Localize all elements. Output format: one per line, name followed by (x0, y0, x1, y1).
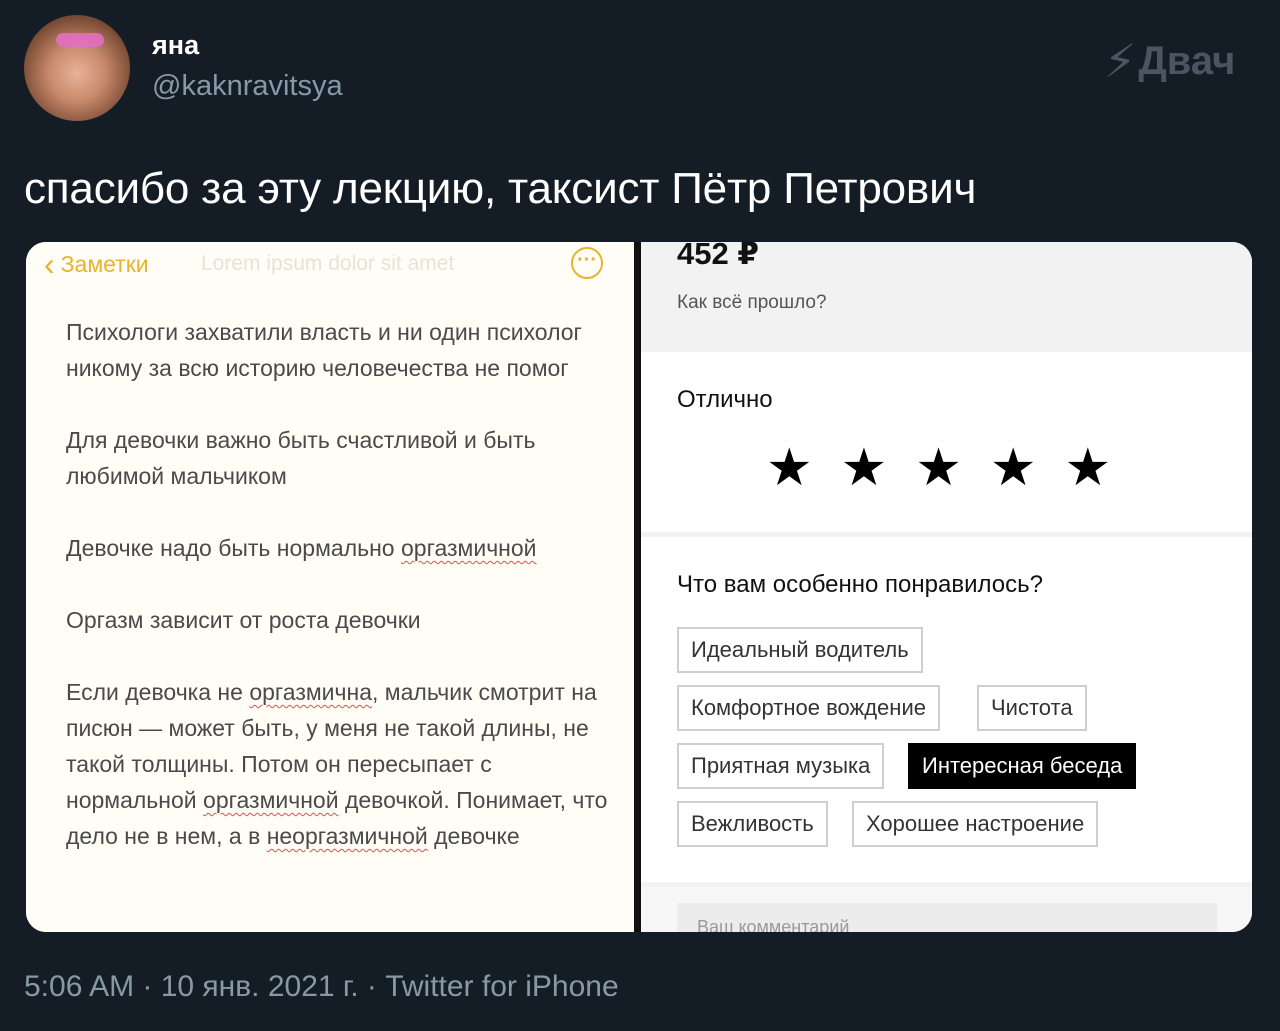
display-name[interactable]: яна (152, 30, 199, 61)
notes-back-button: ‹ Заметки (44, 248, 149, 280)
trip-price: 452 ₽ (677, 242, 759, 271)
notes-back-label: Заметки (60, 250, 149, 277)
star-icon: ★ (766, 439, 813, 497)
chip-good-mood: Хорошее настроение (852, 801, 1099, 847)
chip-ideal-driver: Идеальный водитель (677, 627, 923, 673)
notes-faded-title: Lorem ipsum dolor sit amet (201, 252, 455, 275)
note-paragraph: Психологи захватили власть и ни один пси… (66, 319, 582, 381)
media-divider (634, 242, 641, 932)
tweet-media[interactable]: ‹ Заметки Lorem ipsum dolor sit amet ···… (26, 242, 1252, 932)
watermark-text: Двач (1138, 38, 1236, 83)
star-icon: ★ (840, 439, 888, 497)
ellipsis-circle-icon: ··· (571, 247, 603, 279)
watermark: ⚡ Двач (1104, 32, 1254, 90)
comment-section: Ваш комментарий (641, 887, 1252, 932)
flower-crown-decoration (56, 33, 104, 47)
chip-comfortable-driving: Комфортное вождение (677, 685, 940, 731)
taxi-review-screenshot: 452 ₽ Как всё прошло? Отлично ★ ★ ★ ★ ★ Что … (641, 242, 1252, 932)
tweet-text: спасибо за эту лекцию, таксист Пётр Петр… (24, 164, 977, 213)
notes-screenshot: ‹ Заметки Lorem ipsum dolor sit amet ···… (26, 242, 634, 932)
chip-politeness: Вежливость (677, 801, 828, 847)
chevron-left-icon: ‹ (44, 246, 55, 282)
star-icon: ★ (989, 439, 1037, 497)
rating-label: Отлично (677, 386, 773, 413)
star-icon: ★ (915, 439, 962, 497)
note-paragraph: Если девочка не оргазмична, мальчик смот… (66, 679, 608, 849)
chip-interesting-conversation: Интересная беседа (908, 743, 1137, 789)
chip-cleanliness: Чистота (977, 685, 1087, 731)
chip-pleasant-music: Приятная музыка (677, 743, 885, 789)
user-handle[interactable]: @kaknravitsya (152, 70, 343, 103)
rating-section: Отлично ★ ★ ★ ★ ★ (641, 352, 1252, 532)
trip-question: Как всё прошло? (677, 292, 827, 313)
note-paragraph: Девочке надо быть нормально оргазмичной (66, 535, 537, 561)
note-paragraph: Оргазм зависит от роста девочки (66, 607, 421, 633)
comment-field: Ваш комментарий (677, 903, 1217, 932)
notes-body: Психологи захватили власть и ни один пси… (66, 314, 611, 890)
trip-summary: 452 ₽ Как всё прошло? (641, 242, 1252, 350)
star-rating: ★ ★ ★ ★ ★ (766, 442, 1111, 494)
lightning-bolt-icon: ⚡ (1104, 35, 1137, 87)
liked-section: Что вам особенно понравилось? Идеальный … (641, 537, 1252, 882)
avatar[interactable] (24, 15, 130, 121)
star-icon: ★ (1064, 439, 1112, 497)
tweet-meta[interactable]: 5:06 AM · 10 янв. 2021 г. · Twitter for … (24, 970, 619, 1004)
note-paragraph: Для девочки важно быть счастливой и быть… (66, 427, 536, 489)
liked-title: Что вам особенно понравилось? (677, 571, 1043, 598)
